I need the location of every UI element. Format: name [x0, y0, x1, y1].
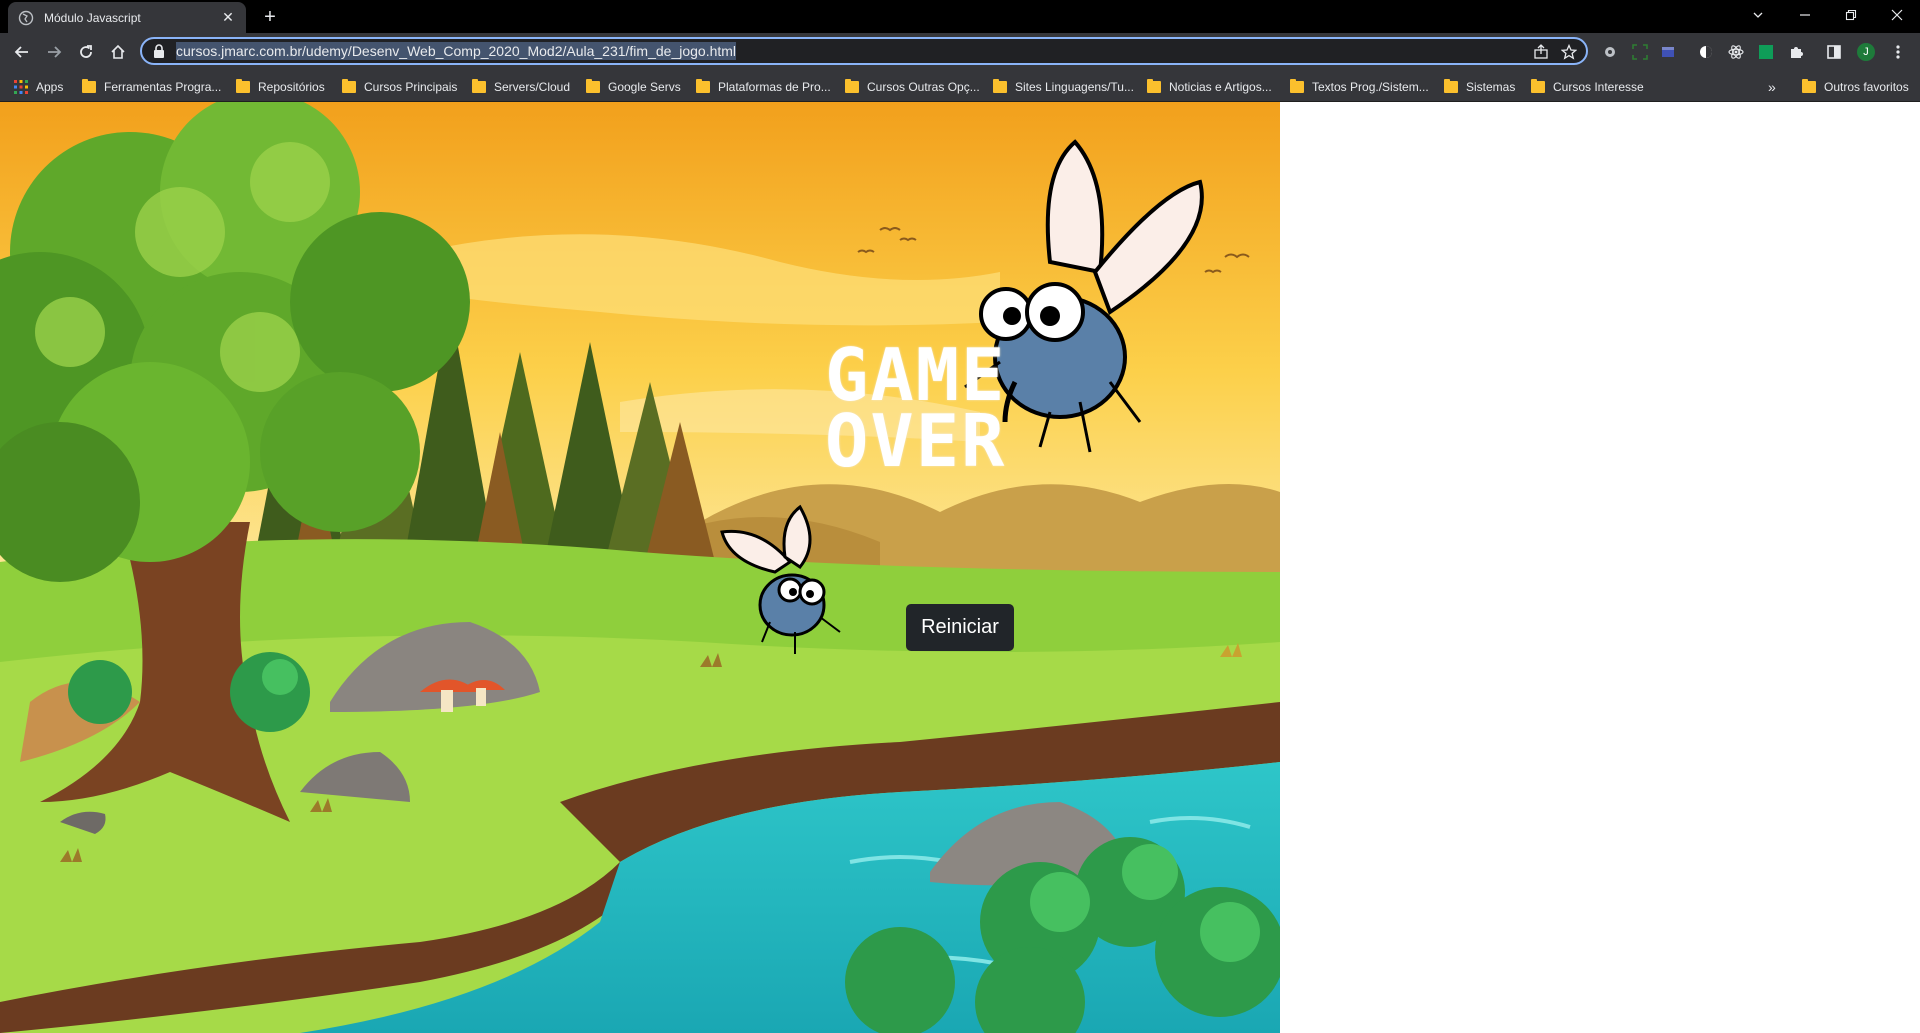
other-bookmarks-folder[interactable]: Outros favoritos: [1802, 78, 1909, 96]
share-icon[interactable]: [1532, 43, 1550, 61]
bookmarks-overflow-button[interactable]: »: [1768, 78, 1776, 96]
bookmark-label: Cursos Interesse: [1553, 80, 1644, 94]
bookmark-folder[interactable]: Sistemas: [1444, 78, 1515, 96]
minimize-icon[interactable]: [1782, 0, 1828, 30]
bookmark-label: Plataformas de Pro...: [718, 80, 831, 94]
green-square-extension-icon[interactable]: [1756, 42, 1776, 62]
apps-grid-icon: [14, 80, 28, 94]
bookmark-label: Textos Prog./Sistem...: [1312, 80, 1429, 94]
bookmark-folder[interactable]: Cursos Principais: [342, 78, 457, 96]
folder-icon: [845, 79, 859, 93]
globe-icon: [18, 10, 34, 26]
bookmark-folder[interactable]: Servers/Cloud: [472, 78, 570, 96]
bookmark-label: Sites Linguagens/Tu...: [1015, 80, 1134, 94]
window-close-icon[interactable]: [1874, 0, 1920, 30]
puzzle-extensions-icon[interactable]: [1786, 42, 1806, 62]
game-over-title: GAME OVER: [825, 339, 1095, 483]
game-over-line-2: OVER: [825, 399, 1007, 483]
restart-button[interactable]: Reiniciar: [906, 604, 1014, 651]
star-icon[interactable]: [1560, 43, 1578, 61]
bookmark-apps[interactable]: Apps: [14, 78, 63, 96]
bookmark-folder[interactable]: Google Servs: [586, 78, 681, 96]
bookmark-folder[interactable]: Sites Linguagens/Tu...: [993, 78, 1134, 96]
bookmark-label: Apps: [36, 80, 64, 94]
gear-extension-icon[interactable]: [1600, 42, 1620, 62]
bookmark-folder[interactable]: Cursos Interesse: [1531, 78, 1644, 96]
restore-icon[interactable]: [1828, 0, 1874, 30]
bookmark-folder[interactable]: Cursos Outras Opç...: [845, 78, 980, 96]
profile-avatar[interactable]: J: [1856, 42, 1876, 62]
address-bar[interactable]: cursos.jmarc.com.br/udemy/Desenv_Web_Com…: [140, 37, 1588, 65]
folder-icon: [993, 79, 1007, 93]
contrast-extension-icon[interactable]: [1696, 42, 1716, 62]
folder-icon: [342, 79, 356, 93]
bookmark-label: Outros favoritos: [1824, 80, 1909, 94]
tab-active[interactable]: Módulo Javascript ✕: [8, 2, 246, 33]
reload-icon[interactable]: [74, 40, 98, 64]
bookmark-label: Sistemas: [1466, 80, 1516, 94]
tab-search-icon[interactable]: [1735, 0, 1781, 30]
bookmark-label: Cursos Outras Opç...: [867, 80, 980, 94]
folder-icon: [236, 79, 250, 93]
bookmark-label: Servers/Cloud: [494, 80, 571, 94]
new-tab-button[interactable]: +: [258, 5, 282, 29]
page-viewport: GAME OVER Reiniciar: [0, 102, 1920, 1033]
bookmark-label: Ferramentas Progra...: [104, 80, 222, 94]
game-scene: GAME OVER Reiniciar: [0, 102, 1280, 1033]
forward-arrow-icon[interactable]: [42, 40, 66, 64]
folder-icon: [1147, 79, 1161, 93]
folder-icon: [696, 79, 710, 93]
bookmark-folder[interactable]: Ferramentas Progra...: [82, 78, 221, 96]
home-icon[interactable]: [106, 40, 130, 64]
folder-icon: [1531, 79, 1545, 93]
bookmark-folder[interactable]: Plataformas de Pro...: [696, 78, 831, 96]
bookmark-folder[interactable]: Noticias e Artigos...: [1147, 78, 1272, 96]
browser-toolbar: cursos.jmarc.com.br/udemy/Desenv_Web_Com…: [0, 33, 1920, 71]
bookmark-label: Google Servs: [608, 80, 681, 94]
tab-title: Módulo Javascript: [44, 10, 141, 25]
window-extension-icon[interactable]: [1658, 42, 1678, 62]
react-devtools-icon[interactable]: [1726, 42, 1746, 62]
forest-background-illustration: [0, 102, 1280, 1033]
profile-initial: J: [1863, 46, 1869, 58]
bookmark-label: Noticias e Artigos...: [1169, 80, 1272, 94]
bookmark-label: Repositórios: [258, 80, 325, 94]
tab-strip: Módulo Javascript ✕ +: [0, 0, 1920, 33]
folder-icon: [1444, 79, 1458, 93]
folder-icon: [1802, 79, 1816, 93]
screenshot-extension-icon[interactable]: [1630, 42, 1650, 62]
bookmarks-bar: Apps Ferramentas Progra... Repositórios …: [0, 71, 1920, 102]
folder-icon: [82, 79, 96, 93]
bookmark-folder[interactable]: Repositórios: [236, 78, 325, 96]
menu-kebab-icon[interactable]: [1888, 42, 1908, 62]
bookmark-folder[interactable]: Textos Prog./Sistem...: [1290, 78, 1429, 96]
side-panel-icon[interactable]: [1824, 42, 1844, 62]
folder-icon: [1290, 79, 1304, 93]
bookmark-label: Cursos Principais: [364, 80, 458, 94]
tab-close-icon[interactable]: ✕: [220, 9, 236, 26]
folder-icon: [586, 79, 600, 93]
folder-icon: [472, 79, 486, 93]
overflow-chevron-icon: »: [1768, 79, 1776, 95]
lock-icon[interactable]: [152, 43, 168, 59]
back-arrow-icon[interactable]: [10, 40, 34, 64]
address-url[interactable]: cursos.jmarc.com.br/udemy/Desenv_Web_Com…: [176, 42, 737, 60]
